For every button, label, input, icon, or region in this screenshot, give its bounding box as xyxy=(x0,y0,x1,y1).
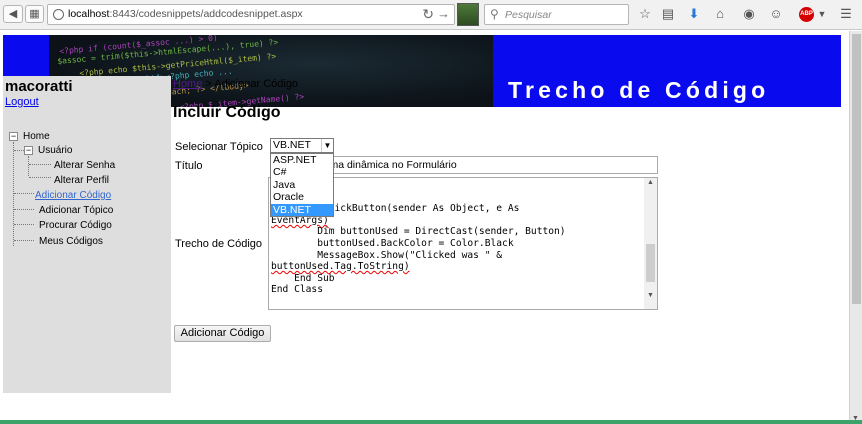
reload-icon[interactable]: ↻ xyxy=(422,6,434,23)
topic-option[interactable]: Oracle xyxy=(271,191,333,203)
tree-item-alterar-senha[interactable]: Alterar Senha xyxy=(54,160,115,171)
tree-line xyxy=(14,150,24,151)
go-arrow-icon[interactable]: → xyxy=(437,6,450,21)
site-info-icon[interactable] xyxy=(53,9,64,20)
chevron-down-icon[interactable]: ▼ xyxy=(814,6,830,22)
collapse-icon[interactable]: − xyxy=(24,146,33,155)
sidebar: macoratti Logout − Home − Usuário Altera… xyxy=(3,76,171,393)
search-bar[interactable]: ⚲ Pesquisar xyxy=(484,4,629,25)
scroll-thumb[interactable] xyxy=(646,244,655,282)
topic-dropdown-list: ASP.NET C# Java Oracle VB.NET xyxy=(270,153,334,217)
smiley-icon[interactable]: ☺ xyxy=(768,6,784,22)
tree-item-home[interactable]: Home xyxy=(23,131,50,142)
topic-option[interactable]: Java xyxy=(271,179,333,191)
breadcrumb-home-link[interactable]: Home xyxy=(173,78,202,90)
tree-item-alterar-perfil[interactable]: Alterar Perfil xyxy=(54,175,109,186)
tree-line xyxy=(14,209,34,210)
topic-label: Selecionar Tópico xyxy=(175,141,263,153)
tree-item-procurar-codigo[interactable]: Procurar Código xyxy=(39,220,112,231)
breadcrumb-separator: > xyxy=(202,78,215,90)
breadcrumb: Home > Adicionar Código xyxy=(173,78,298,90)
page-scrollbar[interactable]: ▼ xyxy=(849,31,862,424)
address-bar[interactable]: localhost:8443/codesnippets/addcodesnipp… xyxy=(47,4,455,25)
tree-line xyxy=(14,240,34,241)
add-code-button[interactable]: Adicionar Código xyxy=(174,325,271,342)
tree-line xyxy=(14,193,34,194)
topic-option[interactable]: C# xyxy=(271,166,333,178)
search-icon: ⚲ xyxy=(490,7,499,21)
scroll-down-icon[interactable]: ▼ xyxy=(647,292,654,299)
username: macoratti xyxy=(5,78,73,95)
code-scrollbar[interactable]: ▲ ▼ xyxy=(644,178,657,309)
browser-toolbar: ◀ ▦ localhost:8443/codesnippets/addcodes… xyxy=(0,0,862,30)
downloads-icon[interactable]: ⬇ xyxy=(686,6,702,22)
chevron-down-icon[interactable]: ▼ xyxy=(321,139,333,152)
tree-line xyxy=(14,224,34,225)
tree-item-adicionar-codigo[interactable]: Adicionar Código xyxy=(35,190,111,201)
code-label: Trecho de Código xyxy=(175,238,263,250)
tree-item-usuario[interactable]: Usuário xyxy=(38,145,72,156)
reading-list-icon[interactable]: ▤ xyxy=(660,6,676,22)
page-scroll-thumb[interactable] xyxy=(852,34,861,304)
tree-line xyxy=(29,177,51,178)
tree-line xyxy=(13,142,14,246)
extension-icon[interactable] xyxy=(457,3,479,26)
back-arrow-icon[interactable]: ◀ xyxy=(3,5,23,23)
nav-tree: − Home − Usuário Alterar Senha Alterar P… xyxy=(7,130,167,260)
tree-item-adicionar-topico[interactable]: Adicionar Tópico xyxy=(39,205,113,216)
scroll-up-icon[interactable]: ▲ xyxy=(647,179,654,186)
status-strip xyxy=(0,420,862,424)
page-title: Incluir Código xyxy=(173,104,281,121)
tabs-grid-icon[interactable]: ▦ xyxy=(25,5,44,23)
banner-title: Trecho de Código xyxy=(508,77,770,103)
topic-select[interactable]: VB.NET ▼ xyxy=(270,138,334,153)
url-text: localhost:8443/codesnippets/addcodesnipp… xyxy=(68,8,303,20)
search-placeholder: Pesquisar xyxy=(505,9,552,21)
tree-line xyxy=(28,156,29,176)
bookmark-star-icon[interactable]: ☆ xyxy=(637,6,653,22)
title-label: Título xyxy=(175,160,203,172)
tree-item-meus-codigos[interactable]: Meus Códigos xyxy=(39,236,103,247)
breadcrumb-current: Adicionar Código xyxy=(214,78,299,90)
topic-option[interactable]: ASP.NET xyxy=(271,154,333,166)
chat-icon[interactable]: ◉ xyxy=(741,6,757,22)
topic-option-selected[interactable]: VB.NET xyxy=(271,203,333,216)
adblock-icon[interactable]: ABP xyxy=(799,7,814,22)
collapse-icon[interactable]: − xyxy=(9,132,18,141)
logout-link[interactable]: Logout xyxy=(5,96,39,108)
topic-select-value: VB.NET xyxy=(273,139,311,151)
menu-icon[interactable]: ☰ xyxy=(838,6,854,22)
home-icon[interactable]: ⌂ xyxy=(712,6,728,22)
tree-line xyxy=(29,164,51,165)
